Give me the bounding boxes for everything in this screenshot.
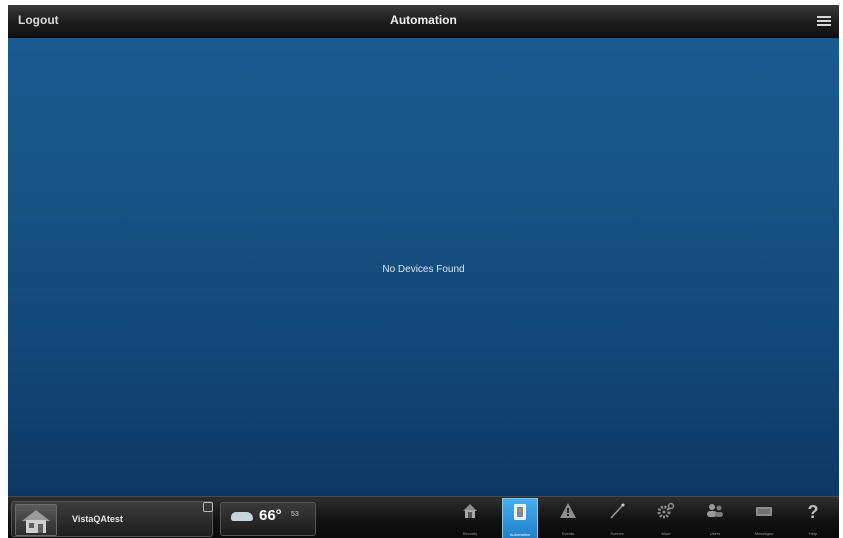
- messages-icon: [755, 502, 773, 520]
- security-icon: [461, 502, 479, 520]
- tab-label: Events: [561, 531, 575, 536]
- tab-label: Help: [808, 531, 818, 536]
- tab-label: Users: [709, 531, 721, 536]
- svg-text:?: ?: [808, 502, 819, 520]
- tab-label: Security: [462, 531, 478, 536]
- users-icon: [706, 502, 724, 520]
- app-window: Logout Automation No Devices Found Vista…: [8, 5, 839, 538]
- tab-label: Messages: [754, 531, 774, 536]
- sync-icon[interactable]: [203, 502, 213, 512]
- tab-more[interactable]: More: [649, 498, 683, 538]
- tab-messages[interactable]: Messages: [747, 498, 781, 538]
- cloud-icon: [231, 512, 253, 521]
- tab-security[interactable]: Security: [453, 498, 487, 538]
- tab-automation[interactable]: Automation: [502, 498, 538, 538]
- menu-icon[interactable]: [817, 16, 831, 26]
- tab-help[interactable]: ? Help: [796, 498, 830, 538]
- tab-events[interactable]: Events: [551, 498, 585, 538]
- events-icon: [559, 502, 577, 520]
- tab-scenes[interactable]: Scenes: [600, 498, 634, 538]
- weather-widget[interactable]: 66° 53: [220, 502, 316, 536]
- help-icon: ?: [804, 502, 822, 522]
- automation-icon: [511, 503, 529, 521]
- tab-label: Automation: [509, 532, 531, 537]
- tab-label: More: [661, 531, 671, 536]
- temperature: 66°: [259, 507, 282, 524]
- account-name: VistaQAtest: [72, 514, 123, 524]
- home-icon: [15, 504, 57, 536]
- tab-users[interactable]: Users: [698, 498, 732, 538]
- account-selector[interactable]: VistaQAtest: [11, 501, 213, 537]
- tab-label: Scenes: [610, 531, 624, 536]
- main-content: No Devices Found: [8, 38, 839, 496]
- gear-icon: [657, 502, 675, 520]
- top-bar: Logout Automation: [8, 5, 839, 38]
- page-title: Automation: [390, 13, 457, 27]
- temperature-high-low: 53: [291, 511, 299, 518]
- scenes-icon: [608, 502, 626, 520]
- empty-state-message: No Devices Found: [382, 264, 465, 275]
- bottom-bar: VistaQAtest 66° 53 Security Automation E…: [8, 496, 839, 538]
